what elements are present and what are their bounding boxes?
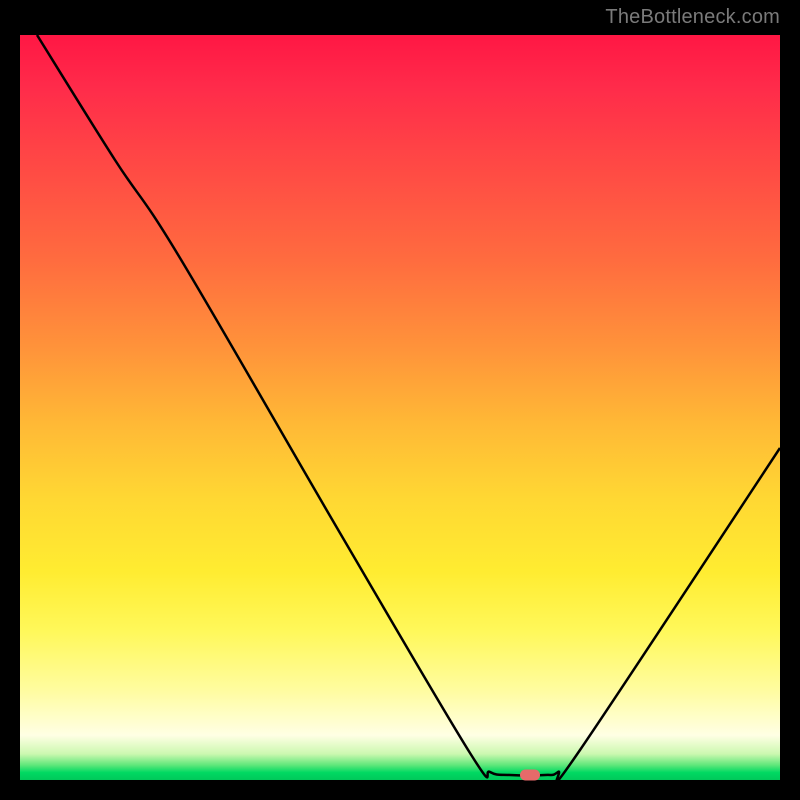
chart-frame: TheBottleneck.com <box>0 0 800 800</box>
attribution-text: TheBottleneck.com <box>605 6 780 29</box>
optimal-marker <box>520 770 540 781</box>
plot-area <box>20 35 780 780</box>
curve-layer <box>20 35 780 780</box>
bottleneck-curve <box>37 35 780 780</box>
